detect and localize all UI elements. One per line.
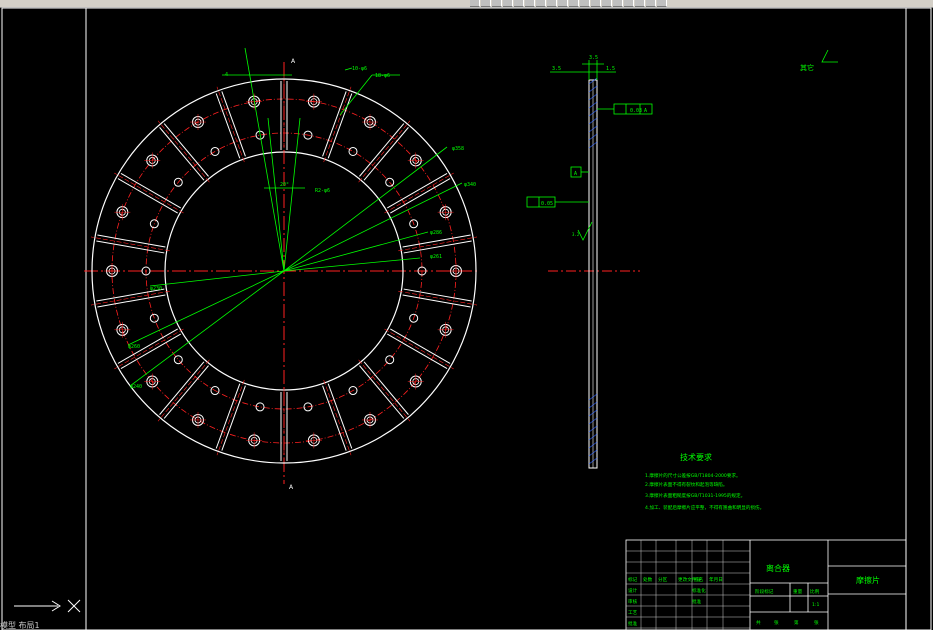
part-name: 摩擦片 <box>856 575 880 585</box>
rev-header-cell: 年月日 <box>709 576 723 583</box>
front-dim-label: φ358 <box>452 146 464 152</box>
std-cell: 标准化 <box>692 587 706 594</box>
roughness-value: 3.2 <box>572 232 580 237</box>
tech-title: 技术要求 <box>680 452 712 462</box>
sheet-no-label: 第 <box>794 619 799 626</box>
roughness-note: 其它 <box>800 63 814 72</box>
role-cell: 设计 <box>628 587 638 594</box>
front-dim-label: 4 <box>225 72 228 78</box>
role-cell: 审核 <box>628 598 638 605</box>
front-dim-label: 10-φ6 <box>352 66 367 72</box>
datum-label: A <box>574 171 577 177</box>
side-dim-2: 3.5 <box>589 55 598 61</box>
tech-item-1: 1.摩擦片的尺寸公差按GB/T1804-2000要求。 <box>645 472 741 479</box>
front-dim-label: φ340 <box>464 182 476 188</box>
side-dim-1: 3.5 <box>552 66 561 72</box>
tolerance-datum-1: A <box>644 108 647 114</box>
assembly-name: 离合器 <box>766 563 790 573</box>
rev-header-cell: 标记 <box>628 576 638 583</box>
sheet-no-unit: 张 <box>814 619 819 626</box>
front-dim-label: φ260 <box>128 344 140 350</box>
layout-tabs[interactable]: 模型 布局1 <box>0 622 160 630</box>
front-dim-label: 20° <box>280 182 289 188</box>
role-cell: 工艺 <box>628 610 638 616</box>
rev-header-cell: 分区 <box>658 576 668 583</box>
rev-header-cell: 签名 <box>694 576 703 583</box>
tech-item-2: 2.摩擦片表面不得有裂纹和起泡等缺陷。 <box>645 481 727 488</box>
rev-header-cell: 处数 <box>643 576 653 583</box>
front-dim-label: R2-φ6 <box>315 188 330 194</box>
tech-item-3: 3.摩擦片表面粗糙度按GB/T1031-1995的规定。 <box>645 492 745 499</box>
tolerance-value-1: 0.03 <box>630 108 642 114</box>
side-dim-3: 1.5 <box>606 66 615 72</box>
tolerance-value-2: 0.05 <box>541 201 553 207</box>
role-cell: 批准 <box>628 620 638 627</box>
sheet-total-label: 共 <box>756 619 761 626</box>
scale-value: 1:1 <box>812 602 819 608</box>
front-dim-label: φ230 <box>150 286 162 292</box>
front-dim-label: 18-φ6 <box>375 73 390 79</box>
sheet-total-unit: 张 <box>774 619 779 626</box>
cad-drawing-canvas[interactable]: 4 10-φ6 18-φ6 φ358 φ340 φ286 φ261 φ240 φ260 φ230 2… <box>0 0 933 630</box>
std-cell: 批准 <box>692 598 702 605</box>
tech-item-4: 4.加工、装配后摩擦片应平整，不得有翘曲和明显的损伤。 <box>645 504 764 511</box>
front-dim-label: φ240 <box>130 384 142 390</box>
canvas-background <box>0 8 933 630</box>
weight-label: 重量 <box>793 588 803 595</box>
material-label: 阶段标记 <box>755 588 774 595</box>
front-dim-label: φ286 <box>430 230 442 236</box>
front-dim-label: φ261 <box>430 254 442 260</box>
scale-label: 比例 <box>810 588 820 595</box>
